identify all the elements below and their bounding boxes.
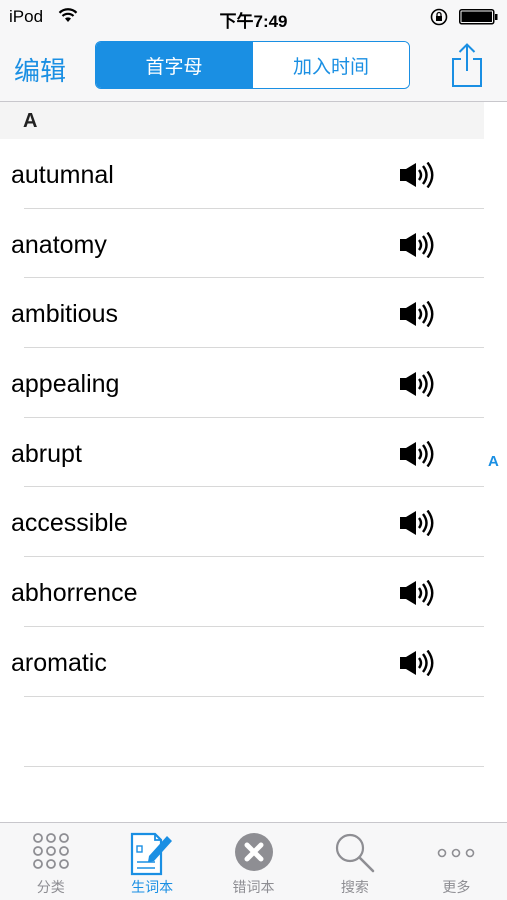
section-header: A <box>0 102 484 139</box>
status-bar: iPod 下午7:49 <box>0 0 507 32</box>
word-row[interactable]: autumnal <box>0 139 484 209</box>
more-icon <box>436 832 476 867</box>
sort-segmented-control: 首字母 加入时间 <box>95 41 410 89</box>
tab-categories[interactable]: 分类 <box>0 823 101 900</box>
close-circle-icon <box>234 832 274 877</box>
tab-wordbook[interactable]: 生词本 <box>101 823 202 900</box>
word-text: autumnal <box>11 161 114 189</box>
word-text: aromatic <box>11 648 107 677</box>
tab-more[interactable]: 更多 <box>406 823 507 900</box>
tab-mistakes[interactable]: 错词本 <box>203 823 304 900</box>
empty-row <box>0 697 484 767</box>
word-row[interactable]: abhorrence <box>0 557 484 627</box>
word-row[interactable]: accessible <box>0 487 484 558</box>
share-icon[interactable] <box>450 42 484 93</box>
word-text: appealing <box>11 370 120 399</box>
tab-label: 生词本 <box>131 879 174 895</box>
speaker-icon[interactable] <box>399 161 435 193</box>
word-text: ambitious <box>11 300 118 329</box>
tab-label: 搜索 <box>340 879 369 895</box>
word-row[interactable]: abrupt <box>0 418 484 488</box>
speaker-icon[interactable] <box>399 301 435 332</box>
speaker-icon[interactable] <box>399 231 435 263</box>
word-row[interactable]: ambitious <box>0 278 484 349</box>
navigation-bar: 编辑 首字母 加入时间 <box>0 32 507 102</box>
speaker-icon[interactable] <box>399 440 435 472</box>
speaker-icon[interactable] <box>399 510 435 541</box>
section-header-label: A <box>23 110 38 132</box>
speaker-icon[interactable] <box>399 649 435 681</box>
section-index-letter[interactable]: A <box>488 453 499 470</box>
word-text: abhorrence <box>11 579 138 608</box>
word-row[interactable]: appealing <box>0 348 484 418</box>
segment-first-letter[interactable]: 首字母 <box>96 42 252 88</box>
tab-bar: 分类 生词本 错词本 搜索 更多 <box>0 822 507 900</box>
tab-label: 分类 <box>36 879 65 895</box>
word-text: abrupt <box>11 439 82 468</box>
edit-button[interactable]: 编辑 <box>14 51 66 88</box>
orientation-lock-icon <box>430 8 448 31</box>
word-text: anatomy <box>11 230 107 259</box>
screen: iPod 下午7:49 编辑 首字母 加入时间 A autumnal anato… <box>0 0 507 900</box>
battery-icon <box>459 9 499 30</box>
tab-label: 更多 <box>442 879 471 895</box>
tab-label: 错词本 <box>232 879 275 895</box>
word-list: autumnal anatomy ambitious appealing abr… <box>0 139 484 767</box>
word-text: accessible <box>11 509 128 538</box>
word-row[interactable]: aromatic <box>0 627 484 697</box>
speaker-icon[interactable] <box>399 370 435 402</box>
notebook-edit-icon <box>129 832 175 881</box>
search-icon <box>334 832 376 879</box>
speaker-icon[interactable] <box>399 579 435 611</box>
row-divider <box>24 765 484 767</box>
segment-added-time[interactable]: 加入时间 <box>252 42 409 88</box>
word-row[interactable]: anatomy <box>0 209 484 279</box>
tab-search[interactable]: 搜索 <box>304 823 405 900</box>
grid-icon <box>32 832 70 875</box>
